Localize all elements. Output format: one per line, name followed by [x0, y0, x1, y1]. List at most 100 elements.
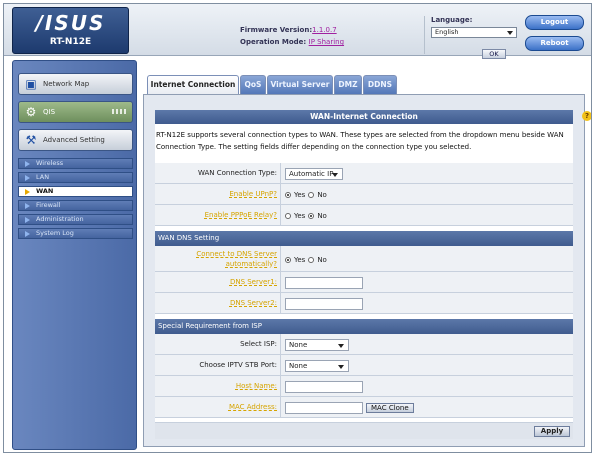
dns2-input[interactable]	[285, 297, 363, 310]
arrow-right-icon	[25, 161, 30, 167]
select-isp-value: None	[289, 340, 308, 349]
radio-label: No	[317, 211, 327, 220]
panel-description: RT-N12E supports several connection type…	[156, 131, 564, 151]
iptv-port-dropdown[interactable]: None	[285, 359, 349, 372]
pppoe-relay-label[interactable]: Enable PPPoE Relay?	[155, 205, 281, 225]
sidebar-item-label: QIS	[43, 108, 56, 116]
tab-virtual-server[interactable]: Virtual Server	[267, 75, 333, 94]
select-isp-dropdown[interactable]: None	[285, 338, 349, 351]
upnp-yes-radio[interactable]	[285, 191, 291, 198]
apply-button[interactable]: Apply	[534, 426, 570, 437]
chevron-down-icon	[338, 364, 344, 369]
logout-button[interactable]: Logout	[525, 15, 584, 30]
radio-label: Yes	[294, 255, 306, 264]
wan-type-label: WAN Connection Type:	[155, 163, 281, 183]
radio-label: No	[317, 190, 327, 199]
wan-type-row: WAN Connection Type: Automatic IP	[155, 163, 573, 184]
brand-logo-text: /ISUS	[35, 11, 106, 35]
sidebar-item-system-log[interactable]: System Log	[18, 228, 133, 239]
chevron-down-icon	[507, 31, 513, 35]
sidebar: ▣ Network Map ⚙ QIS ⚒ Advanced Setting Wire…	[12, 60, 137, 450]
help-question-icon[interactable]: ?	[582, 111, 591, 121]
network-map-icon: ▣	[25, 77, 37, 91]
pppoe-relay-row: Enable PPPoE Relay? Yes No	[155, 205, 573, 226]
dns1-input[interactable]	[285, 276, 363, 289]
sidebar-item-label: Administration	[36, 215, 84, 223]
mac-address-label[interactable]: MAC Address:	[155, 397, 281, 417]
dns-auto-row: Connect to DNS Server automatically? Yes…	[155, 246, 573, 272]
wan-settings-panel: WAN-Internet Connection RT-N12E supports…	[155, 110, 573, 439]
sidebar-item-label: System Log	[36, 229, 74, 237]
firmware-link[interactable]: 1.1.0.7	[312, 26, 337, 34]
panel-title: WAN-Internet Connection	[155, 110, 573, 124]
model-name: RT-N12E	[49, 37, 92, 47]
mac-clone-button[interactable]: MAC Clone	[366, 402, 414, 413]
sidebar-item-qis[interactable]: ⚙ QIS	[18, 101, 133, 123]
arrow-right-icon	[25, 175, 30, 181]
qis-icon: ⚙	[25, 105, 37, 119]
sidebar-item-firewall[interactable]: Firewall	[18, 200, 133, 211]
isp-section-header: Special Requirement from ISP	[155, 319, 573, 334]
dns2-label[interactable]: DNS Server2:	[155, 293, 281, 313]
language-ok-button[interactable]: OK	[482, 49, 506, 59]
sidebar-item-advanced-setting[interactable]: ⚒ Advanced Setting	[18, 129, 133, 151]
tab-qos[interactable]: QoS	[240, 75, 266, 94]
arrow-right-icon	[25, 217, 30, 223]
radio-label: Yes	[294, 190, 306, 199]
opmode-link[interactable]: IP Sharing	[309, 38, 344, 46]
tab-dmz[interactable]: DMZ	[334, 75, 362, 94]
arrow-right-icon	[25, 189, 30, 195]
dns-auto-no-radio[interactable]	[308, 256, 315, 263]
mac-address-input[interactable]	[285, 401, 363, 414]
upnp-label[interactable]: Enable UPnP?	[155, 184, 281, 204]
host-name-label[interactable]: Host Name:	[155, 376, 281, 396]
pppoe-no-radio[interactable]	[308, 212, 315, 219]
sidebar-item-label: Wireless	[36, 159, 64, 167]
sidebar-item-wireless[interactable]: Wireless	[18, 158, 133, 169]
dns1-label[interactable]: DNS Server1:	[155, 272, 281, 292]
reboot-button[interactable]: Reboot	[525, 36, 584, 51]
dns-auto-yes-radio[interactable]	[285, 256, 291, 263]
dns2-row: DNS Server2:	[155, 293, 573, 314]
sidebar-item-wan[interactable]: WAN	[18, 186, 133, 197]
radio-label: Yes	[294, 211, 306, 220]
upnp-no-radio[interactable]	[308, 191, 315, 198]
sidebar-item-network-map[interactable]: ▣ Network Map	[18, 73, 133, 95]
opmode-label: Operation Mode:	[240, 38, 307, 46]
wan-type-value: Automatic IP	[289, 169, 334, 178]
firmware-label: Firmware Version:	[240, 26, 313, 34]
pppoe-yes-radio[interactable]	[285, 212, 291, 219]
language-select[interactable]: English	[431, 27, 517, 38]
arrow-right-icon	[25, 203, 30, 209]
chevron-down-icon	[332, 172, 338, 177]
select-isp-row: Select ISP: None	[155, 334, 573, 355]
language-panel: Language: English OK	[424, 16, 517, 59]
iptv-label: Choose IPTV STB Port:	[155, 355, 281, 375]
language-value: English	[435, 28, 459, 36]
sidebar-item-label: Advanced Setting	[43, 136, 105, 144]
chevron-down-icon	[338, 343, 344, 348]
language-label: Language:	[431, 16, 473, 24]
router-admin-window: /ISUS RT-N12E Firmware Version:1.1.0.7 O…	[3, 3, 592, 453]
select-isp-label: Select ISP:	[155, 334, 281, 354]
dns-auto-label[interactable]: Connect to DNS Server automatically?	[155, 246, 281, 271]
sidebar-item-label: Firewall	[36, 201, 61, 209]
tab-internet-connection[interactable]: Internet Connection	[147, 75, 239, 94]
header-bar: /ISUS RT-N12E Firmware Version:1.1.0.7 O…	[4, 4, 591, 59]
apply-bar: Apply	[155, 422, 573, 439]
wan-type-select[interactable]: Automatic IP	[285, 167, 343, 180]
asus-logo: /ISUS RT-N12E	[12, 7, 129, 54]
sidebar-item-label: LAN	[36, 173, 50, 181]
sidebar-item-label: Network Map	[43, 80, 90, 88]
tab-ddns[interactable]: DDNS	[363, 75, 397, 94]
iptv-value: None	[289, 361, 308, 370]
arrow-right-icon	[25, 231, 30, 237]
sidebar-item-administration[interactable]: Administration	[18, 214, 133, 225]
host-name-input[interactable]	[285, 380, 363, 393]
sidebar-item-lan[interactable]: LAN	[18, 172, 133, 183]
advanced-setting-icon: ⚒	[25, 133, 37, 147]
upnp-row: Enable UPnP? Yes No	[155, 184, 573, 205]
dns-section-header: WAN DNS Setting	[155, 231, 573, 246]
sidebar-item-label: WAN	[36, 187, 54, 195]
dns1-row: DNS Server1:	[155, 272, 573, 293]
